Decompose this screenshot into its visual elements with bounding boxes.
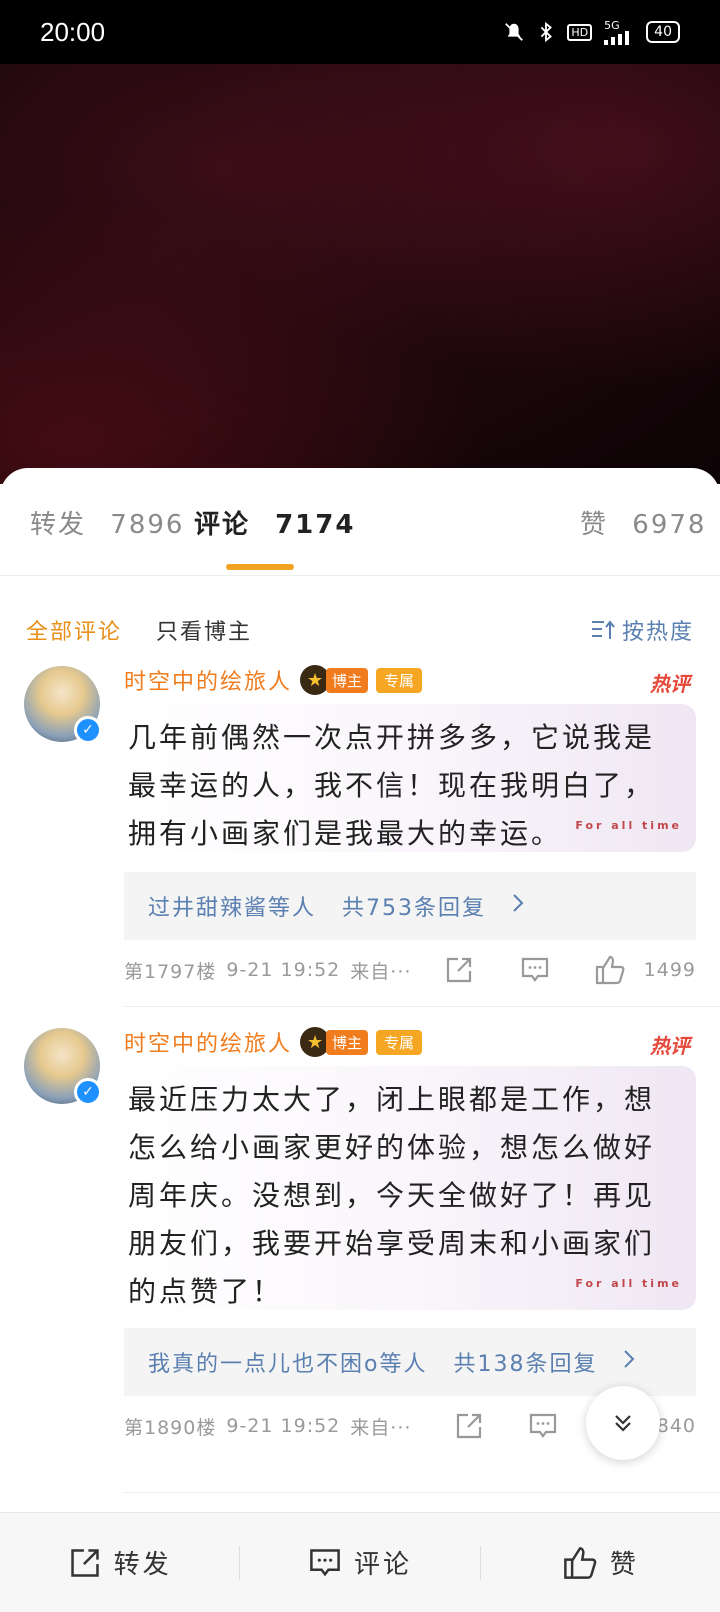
owner-badge: 博主 xyxy=(326,667,369,693)
comment-line: 最近压力太大了，闭上眼都是工作，想 xyxy=(128,1083,656,1116)
hot-comment-badge: 热评 xyxy=(650,672,690,696)
replies-count: 共753条回复 xyxy=(342,896,487,921)
verified-icon: ✓ xyxy=(74,716,102,744)
reply-icon[interactable] xyxy=(528,1411,558,1441)
comment-line: 周年庆。没想到，今天全做好了！再见 xyxy=(128,1179,656,1212)
bubble-deco-text: For all time xyxy=(575,1277,682,1290)
share-icon xyxy=(70,1548,99,1577)
tab-like-label: 赞 xyxy=(580,510,609,540)
screen: 20:00 HD 5G 40 转发 7896 评论 7174 赞 6978 全部… xyxy=(0,0,720,1612)
bottom-action-bar: 转发 评论 赞 xyxy=(0,1512,720,1612)
comment-meta: 第1797楼 9-21 19:52 来自··· 1499 xyxy=(124,950,696,990)
comment-line: 几年前偶然一次点开拼多多，它说我是 xyxy=(128,721,656,754)
tab-indicator xyxy=(226,564,294,570)
bluetooth-icon xyxy=(537,21,555,43)
owner-badge: 博主 xyxy=(326,1029,369,1055)
replies-from: 我真的一点儿也不困o等人 xyxy=(148,1352,428,1377)
bubble-deco-text: For all time xyxy=(575,819,682,832)
network-label: 5G xyxy=(604,18,620,32)
tab-bar: 转发 7896 评论 7174 赞 6978 xyxy=(0,468,720,576)
replies-summary[interactable]: 过井甜辣酱等人 共753条回复 xyxy=(124,872,696,940)
username[interactable]: 时空中的绘旅人 xyxy=(124,664,292,696)
divider xyxy=(124,1006,720,1007)
like-icon[interactable] xyxy=(594,954,626,986)
comment-line: 怎么给小画家更好的体验，想怎么做好 xyxy=(128,1131,656,1164)
like-button[interactable]: 赞 xyxy=(481,1544,720,1581)
tab-like-count: 6978 xyxy=(632,510,707,540)
exclusive-badge: 专属 xyxy=(376,1029,423,1055)
comment-source: 来自··· xyxy=(350,960,412,983)
hot-comment-badge: 热评 xyxy=(650,1034,690,1058)
avatar[interactable]: ✓ xyxy=(24,1028,102,1106)
repost-label: 转发 xyxy=(113,1550,172,1580)
status-icons: HD 5G 40 xyxy=(503,20,680,45)
comment-button[interactable]: 评论 xyxy=(240,1544,479,1581)
name-row: 时空中的绘旅人 ★ 博主 专属 xyxy=(124,1026,423,1058)
hd-icon: HD xyxy=(567,23,593,41)
like-label: 赞 xyxy=(609,1550,639,1580)
bubble-decoration: For all time xyxy=(575,1260,682,1308)
comment-icon xyxy=(310,1548,340,1576)
status-bar: 20:00 HD 5G 40 xyxy=(0,0,720,64)
double-chevron-down-icon xyxy=(615,1415,631,1432)
avatar[interactable]: ✓ xyxy=(24,666,102,744)
comment-time: 9-21 19:52 xyxy=(226,959,341,981)
sort-label: 按热度 xyxy=(621,620,694,645)
bubble-decoration: For all time xyxy=(575,802,682,850)
tab-comment-label: 评论 xyxy=(194,510,251,540)
tab-like[interactable]: 赞 6978 xyxy=(580,504,706,541)
status-time: 20:00 xyxy=(40,16,106,47)
tab-repost-label: 转发 xyxy=(30,510,87,540)
like-count: 1499 xyxy=(643,959,696,981)
filter-owner-only[interactable]: 只看博主 xyxy=(156,614,252,646)
tab-comment-count: 7174 xyxy=(275,510,356,540)
username[interactable]: 时空中的绘旅人 xyxy=(124,1026,292,1058)
replies-count: 共138条回复 xyxy=(453,1352,598,1377)
name-row: 时空中的绘旅人 ★ 博主 专属 xyxy=(124,664,423,696)
divider xyxy=(124,1492,720,1493)
comment-bubble: 几年前偶然一次点开拼多多，它说我是 最幸运的人，我不信！现在我明白了， 拥有小画… xyxy=(124,704,696,852)
comment-bubble: 最近压力太大了，闭上眼都是工作，想 怎么给小画家更好的体验，想怎么做好 周年庆。… xyxy=(124,1066,696,1310)
battery-icon: 40 xyxy=(646,21,680,43)
chevron-right-icon xyxy=(512,893,524,919)
share-icon[interactable] xyxy=(454,1411,484,1441)
comment-source: 来自··· xyxy=(350,1416,412,1439)
reply-icon[interactable] xyxy=(520,955,550,985)
like-icon xyxy=(563,1546,597,1579)
exclusive-badge: 专属 xyxy=(376,667,423,693)
filter-all-comments[interactable]: 全部评论 xyxy=(26,614,122,646)
share-icon[interactable] xyxy=(444,955,474,985)
verified-icon: ✓ xyxy=(74,1078,102,1106)
comment-time: 9-21 19:52 xyxy=(226,1415,341,1437)
like-count: 840 xyxy=(656,1415,696,1437)
repost-button[interactable]: 转发 xyxy=(0,1544,239,1581)
tab-repost[interactable]: 转发 7896 xyxy=(30,504,184,541)
tab-comment[interactable]: 评论 7174 xyxy=(194,504,355,541)
sort-icon xyxy=(591,620,615,639)
replies-from: 过井甜辣酱等人 xyxy=(148,896,317,921)
signal-icon: 5G xyxy=(604,20,634,45)
scroll-down-button[interactable] xyxy=(586,1386,660,1460)
replies-summary[interactable]: 我真的一点儿也不困o等人 共138条回复 xyxy=(124,1328,696,1396)
background-image xyxy=(0,64,720,484)
comment-label: 评论 xyxy=(353,1550,412,1580)
tab-repost-count: 7896 xyxy=(110,510,185,540)
floor-number: 第1890楼 xyxy=(124,1416,217,1439)
sort-button[interactable]: 按热度 xyxy=(590,614,694,646)
floor-number: 第1797楼 xyxy=(124,960,217,983)
chevron-right-icon xyxy=(623,1349,635,1375)
mute-icon xyxy=(503,21,525,43)
